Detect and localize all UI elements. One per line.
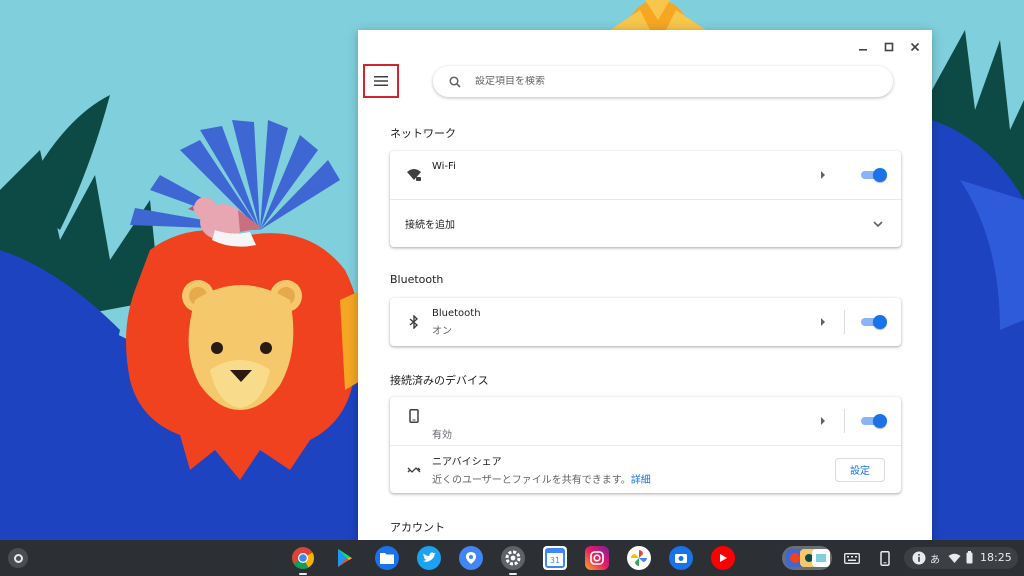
bluetooth-arrow-icon[interactable] (818, 317, 828, 327)
phone-toggle[interactable] (861, 414, 887, 428)
camera-icon[interactable] (669, 546, 693, 570)
wifi-status-icon (948, 553, 961, 563)
settings-search[interactable] (433, 66, 893, 97)
wifi-arrow-icon[interactable] (818, 170, 828, 180)
account-section-title: アカウント (390, 521, 445, 534)
youtube-icon[interactable] (711, 546, 735, 570)
calendar-icon[interactable]: 31 (543, 546, 567, 570)
settings-icon[interactable] (501, 546, 525, 570)
wifi-row[interactable]: Wi-Fi (390, 151, 901, 199)
chrome-icon[interactable] (291, 546, 315, 570)
main-menu-button[interactable] (363, 64, 399, 98)
close-button[interactable] (904, 36, 926, 58)
settings-window: ネットワーク Wi-Fi 接続を追加 Bluetooth (358, 30, 932, 542)
phone-status: 有効 (432, 430, 452, 441)
bluetooth-row[interactable]: Bluetooth オン (390, 298, 901, 346)
nearby-share-label: ニアバイシェア (432, 457, 502, 468)
close-icon (910, 42, 920, 52)
clock: 18:25 (980, 551, 1012, 564)
divider (844, 409, 845, 433)
phone-arrow-icon[interactable] (818, 416, 828, 426)
nearby-share-description: 近くのユーザーとファイルを共有できます。 (432, 475, 631, 486)
play-store-icon[interactable] (333, 546, 357, 570)
twitter-icon[interactable] (417, 546, 441, 570)
status-area[interactable]: あ 18:25 (904, 547, 1018, 569)
bluetooth-status: オン (432, 325, 452, 337)
running-indicator (299, 573, 307, 575)
phone-icon (406, 408, 422, 424)
divider (844, 310, 845, 334)
minimize-button[interactable] (852, 36, 874, 58)
bluetooth-card: Bluetooth オン (390, 298, 901, 346)
bluetooth-icon (406, 314, 422, 330)
connected-devices-section-title: 接続済みのデバイス (390, 374, 489, 387)
add-connection-row[interactable]: 接続を追加 (390, 199, 901, 247)
bluetooth-toggle[interactable] (861, 315, 887, 329)
bluetooth-section-title: Bluetooth (390, 273, 444, 286)
phone-hub-icon[interactable] (875, 548, 895, 568)
network-section-title: ネットワーク (390, 127, 456, 140)
ime-indicator: あ (930, 555, 940, 566)
search-input[interactable] (475, 76, 855, 87)
maximize-icon (884, 42, 894, 52)
holding-space-thumbnails-icon (786, 549, 830, 567)
bluetooth-label: Bluetooth (432, 307, 481, 319)
shelf: 31 あ 18:25 (0, 540, 1024, 576)
search-icon (449, 75, 461, 88)
running-indicator (509, 573, 517, 575)
add-connection-label: 接続を追加 (405, 220, 455, 231)
holding-space-button[interactable] (782, 546, 832, 570)
connected-devices-card: 有効 ニアバイシェア 近くのユーザーとファイルを共有できます。詳細 設定 (390, 397, 901, 493)
wifi-toggle[interactable] (861, 168, 887, 182)
battery-icon (966, 551, 973, 564)
nearby-share-settings-button[interactable]: 設定 (835, 457, 885, 482)
chevron-down-icon[interactable] (872, 218, 884, 230)
network-card: Wi-Fi 接続を追加 (390, 151, 901, 247)
launcher-button[interactable] (8, 548, 28, 568)
keyboard-icon[interactable] (842, 548, 862, 568)
info-icon (912, 551, 926, 565)
svg-text:31: 31 (550, 556, 560, 565)
nearby-share-learn-more-link[interactable]: 詳細 (631, 475, 651, 486)
files-icon[interactable] (375, 546, 399, 570)
nearby-share-row: ニアバイシェア 近くのユーザーとファイルを共有できます。詳細 設定 (390, 445, 901, 493)
phone-hub-row[interactable]: 有効 (390, 397, 901, 445)
minimize-icon (859, 49, 867, 51)
maps-icon[interactable] (459, 546, 483, 570)
wifi-label: Wi-Fi (432, 161, 456, 172)
instagram-icon[interactable] (585, 546, 609, 570)
wifi-icon (406, 167, 422, 183)
window-controls (852, 36, 926, 58)
nearby-share-icon (406, 462, 422, 478)
maximize-button[interactable] (878, 36, 900, 58)
photos-icon[interactable] (627, 546, 651, 570)
menu-icon (374, 76, 388, 86)
